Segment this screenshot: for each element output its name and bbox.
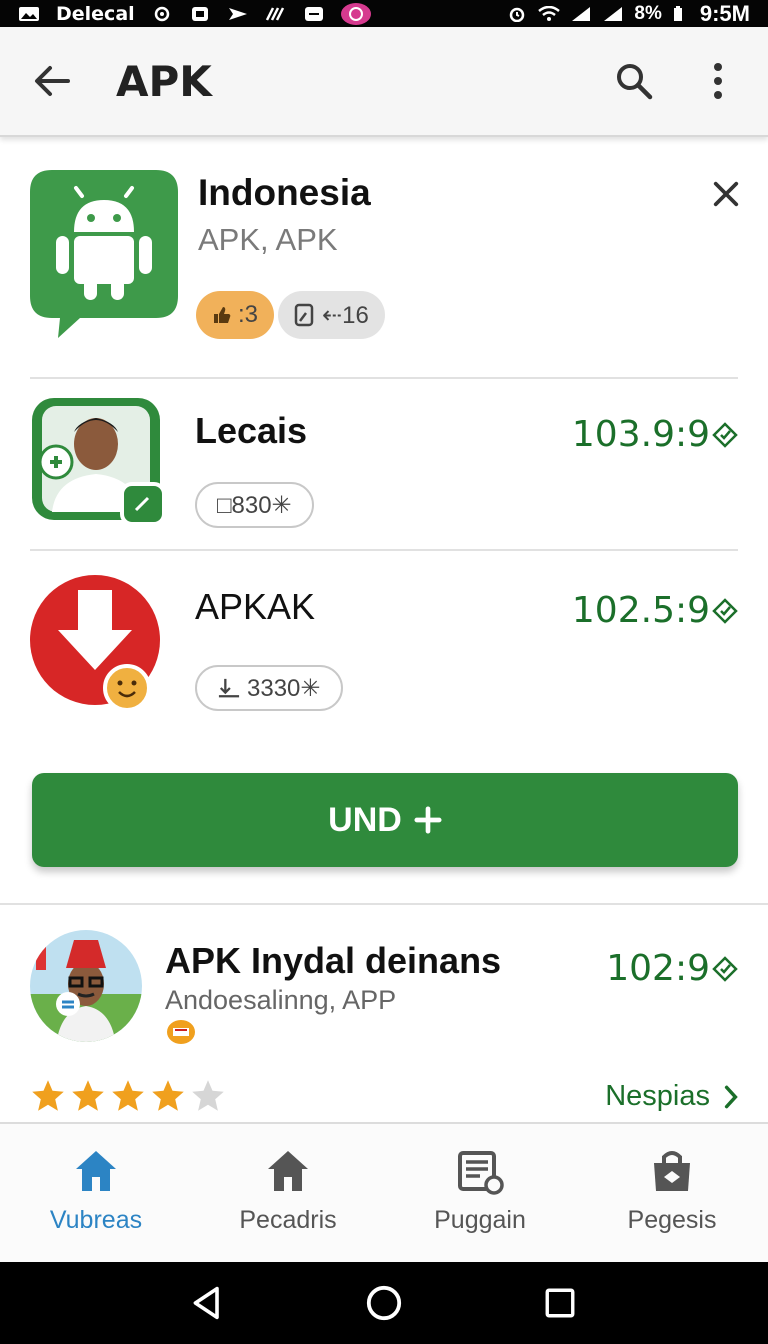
- app-price-text: 102:9: [606, 948, 710, 989]
- divider: [30, 549, 738, 551]
- signal-icon: [570, 6, 592, 22]
- notification-icon: [189, 6, 211, 22]
- app-icon-lecais: [32, 398, 168, 528]
- app-subtitle: Andoesalinng, APP: [165, 985, 397, 1015]
- nav-item-second[interactable]: Pecadris: [192, 1124, 384, 1262]
- bottom-nav: Vubreas Pecadris Puggain Pegesis: [0, 1122, 768, 1262]
- list-item[interactable]: Lecais □830✳ 103.9:9: [0, 380, 768, 550]
- battery-percent: 8%: [634, 2, 662, 24]
- chat-icon: [303, 6, 325, 22]
- featured-chip-size[interactable]: ⇠16: [278, 291, 385, 339]
- download-app-icon: [30, 574, 162, 712]
- content: Indonesia APK, APK :3 ⇠16 Lecais □830✳ 1…: [0, 140, 768, 1122]
- app-price: 103.9:9: [572, 414, 738, 455]
- home-icon: [263, 1146, 313, 1196]
- app-name: Lecais: [195, 410, 308, 451]
- featured-chip-likes-text: :3: [238, 301, 259, 328]
- app-bar: APK: [0, 27, 768, 137]
- android-app-icon: [30, 170, 178, 340]
- send-icon: [227, 6, 249, 22]
- star-filled-icon: [32, 1080, 64, 1111]
- back-arrow-icon[interactable]: [22, 51, 82, 111]
- divider: [0, 903, 768, 905]
- badge-icon: [165, 1018, 197, 1046]
- more-link[interactable]: Nespias: [605, 1080, 738, 1113]
- divider: [30, 377, 738, 379]
- tag-icon: [712, 955, 738, 982]
- receipt-icon: [455, 1146, 505, 1196]
- nav-label: Puggain: [434, 1206, 526, 1234]
- sync-icon: [151, 6, 173, 22]
- clock: 9:5M: [699, 0, 750, 26]
- nav-home-icon[interactable]: [362, 1281, 406, 1325]
- close-icon[interactable]: [706, 174, 746, 214]
- tag-icon: [712, 597, 738, 624]
- install-button-label: UND: [328, 800, 402, 839]
- nav-label: Pecadris: [239, 1206, 337, 1234]
- page-title: APK: [116, 56, 212, 106]
- alarm-icon: [506, 6, 528, 22]
- nav-label: Pegesis: [627, 1206, 717, 1234]
- featured-chip-size-text: ⇠16: [322, 301, 369, 329]
- app-price-text: 102.5:9: [571, 590, 710, 631]
- featured-chip-likes[interactable]: :3: [196, 291, 275, 339]
- star-filled-icon: [112, 1080, 144, 1111]
- stripes-icon: [265, 6, 287, 22]
- download-icon: [218, 678, 240, 698]
- star-empty-icon: [192, 1080, 224, 1111]
- carrier-name: Delecal: [56, 2, 135, 25]
- list-item[interactable]: APKAK 3330✳ 102.5:9: [0, 552, 768, 722]
- gallery-icon: [18, 6, 40, 22]
- plus-icon: [414, 806, 442, 834]
- nav-item-fourth[interactable]: Pegesis: [576, 1124, 768, 1262]
- system-nav-bar: [0, 1262, 768, 1344]
- wifi-icon: [538, 5, 561, 22]
- thumb-icon: [214, 307, 231, 323]
- search-icon[interactable]: [612, 59, 656, 103]
- app-icon-avatar: [30, 928, 142, 1046]
- featured-card[interactable]: Indonesia APK, APK :3 ⇠16: [0, 140, 768, 378]
- more-link-label: Nespias: [605, 1080, 710, 1112]
- star-filled-icon: [152, 1080, 184, 1111]
- featured-app-name: Indonesia: [198, 172, 371, 213]
- app-price-text: 103.9:9: [571, 414, 710, 455]
- nav-item-third[interactable]: Puggain: [384, 1124, 576, 1262]
- nav-label: Vubreas: [49, 1206, 143, 1234]
- signal-icon-2: [602, 6, 624, 22]
- chevron-right-icon: [724, 1085, 738, 1108]
- app-badge-icon: [340, 2, 371, 25]
- home-icon: [71, 1146, 121, 1196]
- star-filled-icon: [72, 1080, 104, 1111]
- tag-icon: [712, 421, 738, 448]
- install-button[interactable]: UND: [32, 773, 738, 867]
- featured-app-subtitle: APK, APK: [198, 222, 338, 257]
- nav-item-home[interactable]: Vubreas: [0, 1124, 192, 1262]
- bag-icon: [647, 1146, 697, 1196]
- app-name: APK Inydal deinans: [165, 940, 502, 981]
- app-price: 102.5:9: [572, 590, 738, 631]
- app-name: APKAK: [195, 586, 316, 627]
- nav-recents-icon[interactable]: [538, 1281, 582, 1325]
- more-vert-icon[interactable]: [696, 59, 740, 103]
- app-price: 102:9: [606, 948, 738, 989]
- status-bar: Delecal 8% 9:5M: [0, 0, 768, 27]
- download-count-pill: 3330✳: [195, 665, 343, 711]
- rating-stars: [30, 1078, 226, 1114]
- nav-back-icon[interactable]: [186, 1281, 230, 1325]
- device-icon: [294, 303, 314, 327]
- download-count-pill: □830✳: [195, 482, 314, 528]
- battery-icon: [672, 5, 684, 22]
- download-count-text: 3330✳: [247, 674, 321, 702]
